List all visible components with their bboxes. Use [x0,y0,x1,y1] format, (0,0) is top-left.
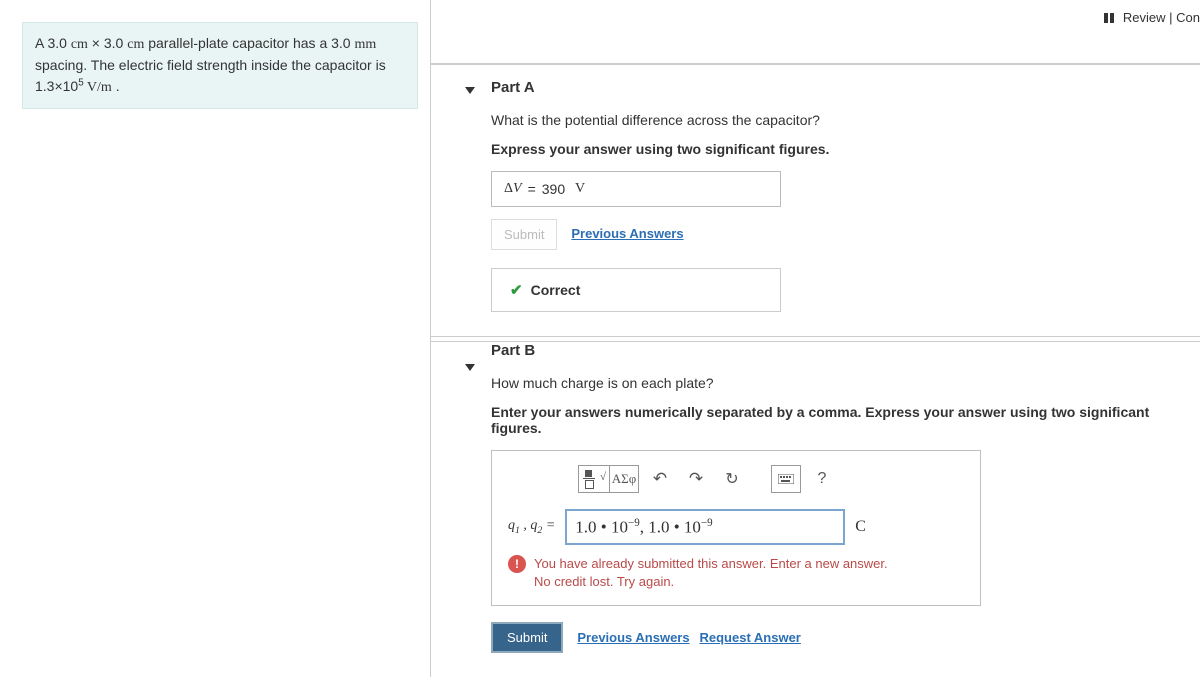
undo-button[interactable]: ↶ [645,465,675,493]
unit-label: C [855,518,866,536]
previous-answers-link-b[interactable]: Previous Answers [577,630,689,645]
problem-statement: A 3.0 cm × 3.0 cm parallel-plate capacit… [22,22,418,109]
correct-feedback: ✔ Correct [491,268,781,312]
redo-button[interactable]: ↷ [681,465,711,493]
chevron-down-icon [465,359,475,376]
variable-label: q1 , q2 = [508,518,555,536]
part-a-instruction: Express your answer using two significan… [491,141,1200,157]
previous-answers-link-a[interactable]: Previous Answers [571,226,683,241]
part-b-instruction: Enter your answers numerically separated… [491,404,1200,436]
top-links: Review | Con [1103,10,1200,26]
review-icon [1103,11,1115,26]
part-b-question: How much charge is on each plate? [491,373,1200,394]
check-icon: ✔ [510,281,523,299]
part-b-header[interactable]: Part B [431,341,1200,373]
part-a-title: Part A [491,79,535,96]
part-b-title: Part B [491,342,535,359]
alert-icon: ! [508,555,526,573]
constants-link[interactable]: Con [1176,10,1200,25]
fraction-sqrt-button[interactable]: √ [578,465,609,493]
answer-input-box: √ ΑΣφ ↶ ↷ ↻ ? [491,450,981,606]
review-link[interactable]: Review [1123,10,1166,25]
part-a-header[interactable]: Part A [431,65,1200,110]
answer-input[interactable]: 1.0 • 10−9, 1.0 • 10−9 [565,509,845,545]
part-b: Part B How much charge is on each plate?… [431,341,1200,677]
equation-toolbar: √ ΑΣφ ↶ ↷ ↻ ? [578,465,964,493]
submit-button-a: Submit [491,219,557,250]
submit-button-b[interactable]: Submit [491,622,563,653]
help-button[interactable]: ? [807,465,837,493]
warning-message: ! You have already submitted this answer… [508,555,964,591]
chevron-down-icon [465,82,475,99]
reset-button[interactable]: ↻ [717,465,747,493]
keyboard-button[interactable] [771,465,801,493]
part-a-answer: ΔV = 390 V [491,171,781,207]
part-a-question: What is the potential difference across … [491,110,1200,131]
request-answer-link[interactable]: Request Answer [699,630,800,645]
part-a: Part A What is the potential difference … [431,63,1200,337]
greek-symbols-button[interactable]: ΑΣφ [609,465,639,493]
